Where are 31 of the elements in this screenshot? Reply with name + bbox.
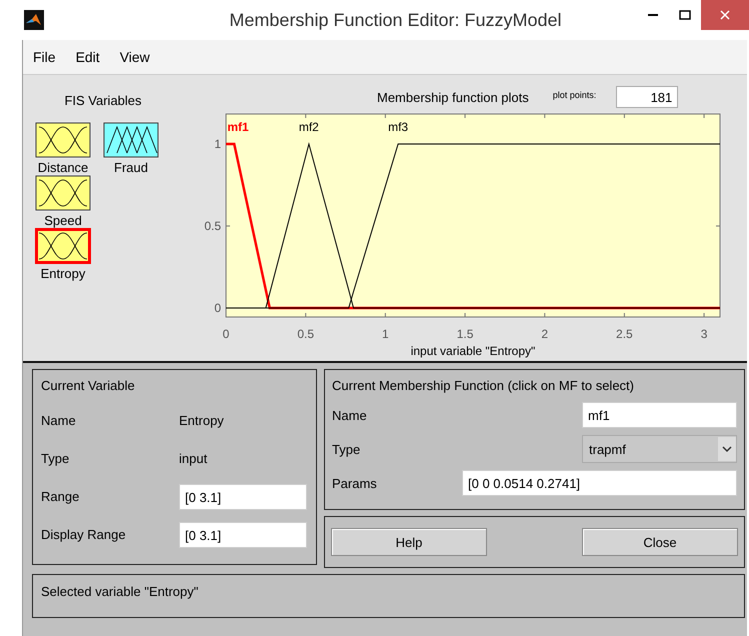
- field-label: Name: [332, 408, 367, 422]
- status-message: Selected variable "Entropy": [41, 584, 198, 599]
- x-tick-label: 2.5: [616, 327, 633, 341]
- panel-title: Current Membership Function (click on MF to select): [332, 378, 635, 393]
- y-tick-label: 1: [214, 137, 221, 151]
- plot-points-label: plot points:: [552, 90, 596, 100]
- x-tick-label: 1: [382, 327, 389, 341]
- panel-title: Current Variable: [41, 378, 136, 393]
- field-label: Params: [332, 476, 377, 490]
- field-label: Range: [41, 488, 80, 506]
- window-title: Membership Function Editor: FuzzyModel: [228, 10, 563, 30]
- variable-label: Distance: [38, 160, 88, 175]
- variable-name: Entropy: [179, 412, 225, 430]
- y-tick-label: 0.5: [204, 219, 221, 233]
- variable-label: Fraud: [114, 160, 148, 175]
- variable-label: Speed: [44, 213, 82, 228]
- x-tick-label: 0.5: [297, 327, 314, 341]
- x-tick-label: 2: [541, 327, 548, 341]
- x-tick-label: 0: [222, 327, 230, 341]
- y-tick-label: 0: [214, 301, 221, 315]
- field-label: Display Range: [41, 526, 127, 544]
- field-label: Type: [332, 442, 360, 456]
- plot-title: Membership function plots: [377, 90, 529, 104]
- field-label: Type: [41, 450, 70, 468]
- fis-variables-label: FIS Variables: [63, 93, 143, 108]
- field-label: Name: [41, 412, 77, 430]
- x-tick-label: 1.5: [456, 327, 474, 341]
- variable-type: input: [179, 450, 208, 468]
- x-axis-label: input variable "Entropy": [410, 344, 536, 358]
- variable-label: Entropy: [40, 266, 86, 281]
- x-tick-label: 3: [700, 327, 708, 341]
